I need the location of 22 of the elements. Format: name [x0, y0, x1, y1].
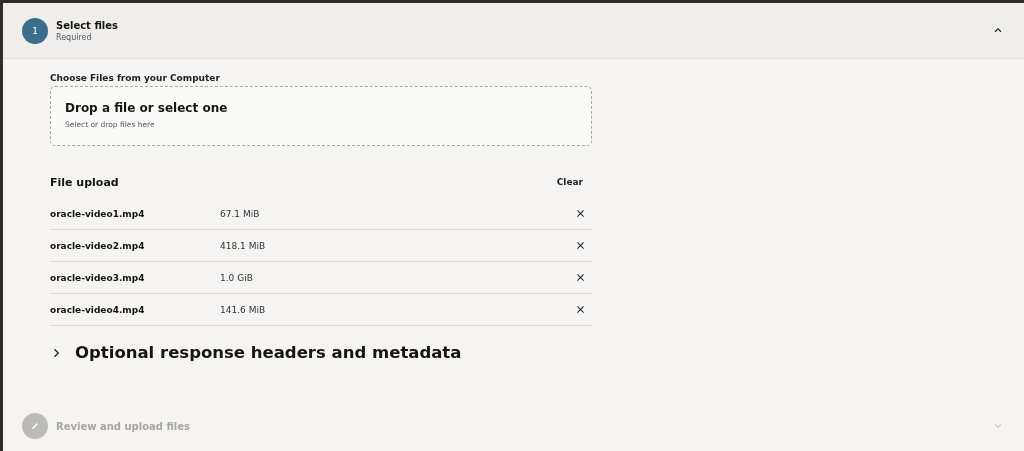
step-status: Required	[56, 32, 93, 42]
close-icon[interactable]	[575, 304, 586, 315]
close-icon[interactable]	[575, 272, 586, 283]
close-icon[interactable]	[575, 240, 586, 251]
pencil-icon	[22, 413, 48, 439]
clear-button[interactable]: Clear	[547, 175, 592, 189]
file-name: oracle-video2.mp4	[50, 240, 146, 251]
close-icon[interactable]	[575, 208, 586, 219]
file-name: oracle-video3.mp4	[50, 272, 146, 283]
file-name: oracle-video1.mp4	[50, 208, 146, 219]
step-number: 1	[22, 17, 48, 44]
file-size: 1.0 GiB	[220, 272, 254, 283]
file-name: oracle-video4.mp4	[50, 304, 146, 315]
section-toggle[interactable]: Optional response headers and metadata	[75, 343, 462, 362]
file-size: 418.1 MiB	[220, 240, 267, 251]
drop-zone-title: Drop a file or select one	[65, 101, 229, 115]
file-size: 67.1 MiB	[220, 208, 261, 219]
section-heading: File upload	[50, 175, 119, 189]
step-title: Review and upload files	[56, 420, 191, 432]
step-title: Select files	[56, 19, 119, 31]
file-size: 141.6 MiB	[220, 304, 267, 315]
field-label: Choose Files from your Computer	[50, 73, 221, 83]
